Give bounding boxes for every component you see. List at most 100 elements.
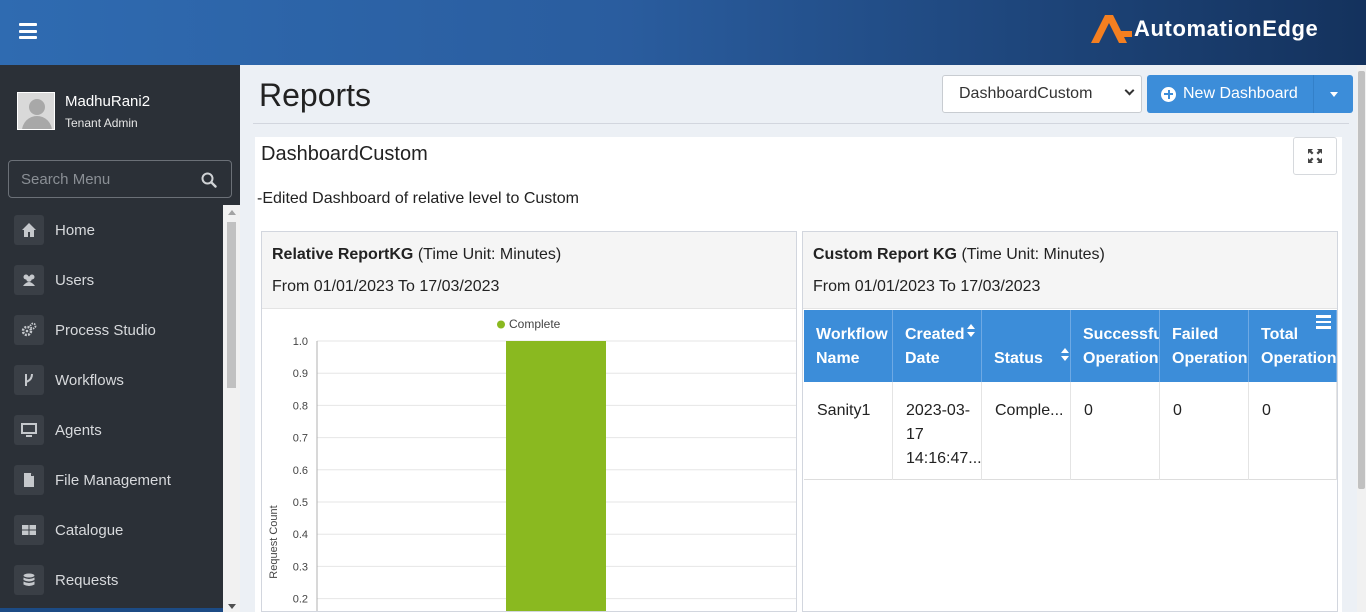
menu-toggle-icon[interactable] (19, 23, 37, 39)
column-header-label: Operation (1261, 350, 1337, 367)
dashboard-description: -Edited Dashboard of relative level to C… (257, 190, 579, 207)
sidebar-item-label: Users (55, 271, 95, 289)
chevron-down-icon (1124, 85, 1135, 96)
sidebar-item-label: Agents (55, 421, 102, 439)
desktop-icon (14, 415, 44, 445)
plus-circle-icon (1161, 86, 1176, 102)
fullscreen-button[interactable] (1293, 137, 1337, 175)
column-header-created-date[interactable]: Created Date (893, 310, 982, 382)
sort-icon[interactable] (967, 324, 975, 338)
main-content: Reports DashboardCustom New Dashboard Da… (240, 65, 1357, 612)
cell-failed-operation: 0 (1160, 382, 1249, 480)
y-tick-label: 1.0 (293, 336, 308, 348)
sidebar-item-label: Home (55, 221, 96, 239)
table-row[interactable]: Sanity1 2023-03-17 14:16:47... Comple... 0 0… (804, 382, 1337, 480)
y-axis-label: Request Count (268, 505, 280, 578)
report-title: Relative ReportKG (Time Unit: Minutes) (272, 246, 562, 263)
column-header-label: Date (905, 350, 940, 367)
column-header-label: Operation (1172, 350, 1248, 367)
column-header-label: Created (905, 326, 965, 343)
scroll-thumb[interactable] (1358, 71, 1365, 489)
column-header-failed-operation[interactable]: Failed Operation (1160, 310, 1249, 382)
report-date-range: From 01/01/2023 To 17/03/2023 (813, 278, 1041, 295)
y-tick-label: 0.8 (293, 400, 308, 412)
user-role: Tenant Admin (65, 116, 138, 130)
column-header-label: Workflow (816, 326, 888, 343)
report-table: Total Operation Failed Operation Successful O… (804, 310, 1337, 480)
column-header-status[interactable]: Status (982, 310, 1071, 382)
brand-logo: AutomationEdge (1088, 12, 1318, 46)
scroll-thumb[interactable] (227, 222, 236, 388)
column-header-label: Successful (1083, 326, 1160, 343)
y-tick-label: 0.9 (293, 368, 308, 380)
sidebar-item-label: Process Studio (55, 321, 156, 339)
sidebar-item-file-management[interactable]: File Management (0, 455, 223, 505)
bar-chart: Complete 1.0 0.9 0.8 0.7 0.6 0.5 0.4 0.3 0.2 Reque… (268, 317, 796, 611)
card-header: Custom Report KG (Time Unit: Minutes) Fr… (803, 232, 1337, 309)
avatar (17, 92, 55, 130)
column-header-label: Name (816, 350, 860, 367)
column-header-label: Status (994, 350, 1043, 367)
table-header: Total Operation Failed Operation Successful O… (804, 310, 1337, 382)
database-icon (14, 565, 44, 595)
grid-icon (14, 515, 44, 545)
sort-icon[interactable] (1061, 348, 1069, 362)
sidebar-item-label: Catalogue (55, 521, 124, 539)
cell-workflow-name: Sanity1 (804, 382, 893, 480)
home-icon (14, 215, 44, 245)
cell-successful-operation: 0 (1071, 382, 1160, 480)
column-menu-icon[interactable] (1316, 315, 1331, 329)
legend-marker (497, 320, 505, 329)
column-header-successful-operation[interactable]: Successful Operation (1071, 310, 1160, 382)
branch-icon (14, 365, 44, 395)
y-tick-label: 0.2 (293, 594, 308, 606)
search-menu-input[interactable] (9, 161, 195, 197)
search-icon[interactable] (201, 172, 217, 188)
page-scrollbar[interactable] (1357, 65, 1366, 612)
sidebar-item-agents[interactable]: Agents (0, 405, 223, 455)
relative-report-card: Relative ReportKG (Time Unit: Minutes) F… (261, 231, 797, 612)
search-menu-box (8, 160, 232, 198)
new-dashboard-label: New Dashboard (1183, 85, 1298, 102)
y-tick-label: 0.7 (293, 433, 308, 445)
sidebar-active-indicator (0, 608, 223, 612)
custom-report-card: Custom Report KG (Time Unit: Minutes) Fr… (802, 231, 1338, 612)
scroll-up-icon[interactable] (228, 210, 236, 215)
sidebar-item-catalogue[interactable]: Catalogue (0, 505, 223, 555)
logo-mark-icon (1091, 15, 1132, 43)
dashboard-select[interactable]: DashboardCustom (942, 75, 1142, 113)
sidebar-item-home[interactable]: Home (0, 205, 223, 255)
sidebar-item-label: Requests (55, 571, 119, 589)
gears-icon (14, 315, 44, 345)
sidebar-item-requests[interactable]: Requests (0, 555, 223, 605)
y-tick-label: 0.6 (293, 465, 308, 477)
y-tick-label: 0.4 (293, 529, 308, 541)
y-tick-label: 0.5 (293, 497, 308, 509)
sidebar-item-label: Workflows (55, 371, 124, 389)
legend-label: Complete (509, 317, 561, 331)
file-icon (14, 465, 44, 495)
cell-total-operation: 0 (1249, 382, 1337, 480)
sidebar-scrollbar[interactable] (223, 205, 240, 612)
sidebar: MadhuRani2 Tenant Admin Home Users Proce… (0, 65, 240, 612)
cell-status: Comple... (982, 382, 1071, 480)
new-dashboard-button[interactable]: New Dashboard (1147, 75, 1313, 113)
divider (253, 123, 1349, 124)
user-name: MadhuRani2 (65, 93, 151, 110)
user-panel: MadhuRani2 Tenant Admin (0, 65, 240, 155)
sidebar-item-workflows[interactable]: Workflows (0, 355, 223, 405)
column-header-workflow-name[interactable]: Workflow Name (804, 310, 893, 382)
scroll-down-icon[interactable] (228, 604, 236, 609)
column-header-label: Operation (1083, 350, 1159, 367)
bar-complete (506, 341, 606, 611)
dashboard-name: DashboardCustom (261, 143, 428, 165)
top-navbar: AutomationEdge (0, 0, 1366, 65)
sidebar-item-users[interactable]: Users (0, 255, 223, 305)
page-title: Reports (259, 77, 372, 113)
report-title: Custom Report KG (Time Unit: Minutes) (813, 246, 1105, 263)
users-icon (14, 265, 44, 295)
new-dashboard-dropdown-button[interactable] (1313, 75, 1353, 113)
brand-name: AutomationEdge (1134, 16, 1319, 41)
dashboard-select-value: DashboardCustom (959, 85, 1093, 102)
sidebar-item-process-studio[interactable]: Process Studio (0, 305, 223, 355)
